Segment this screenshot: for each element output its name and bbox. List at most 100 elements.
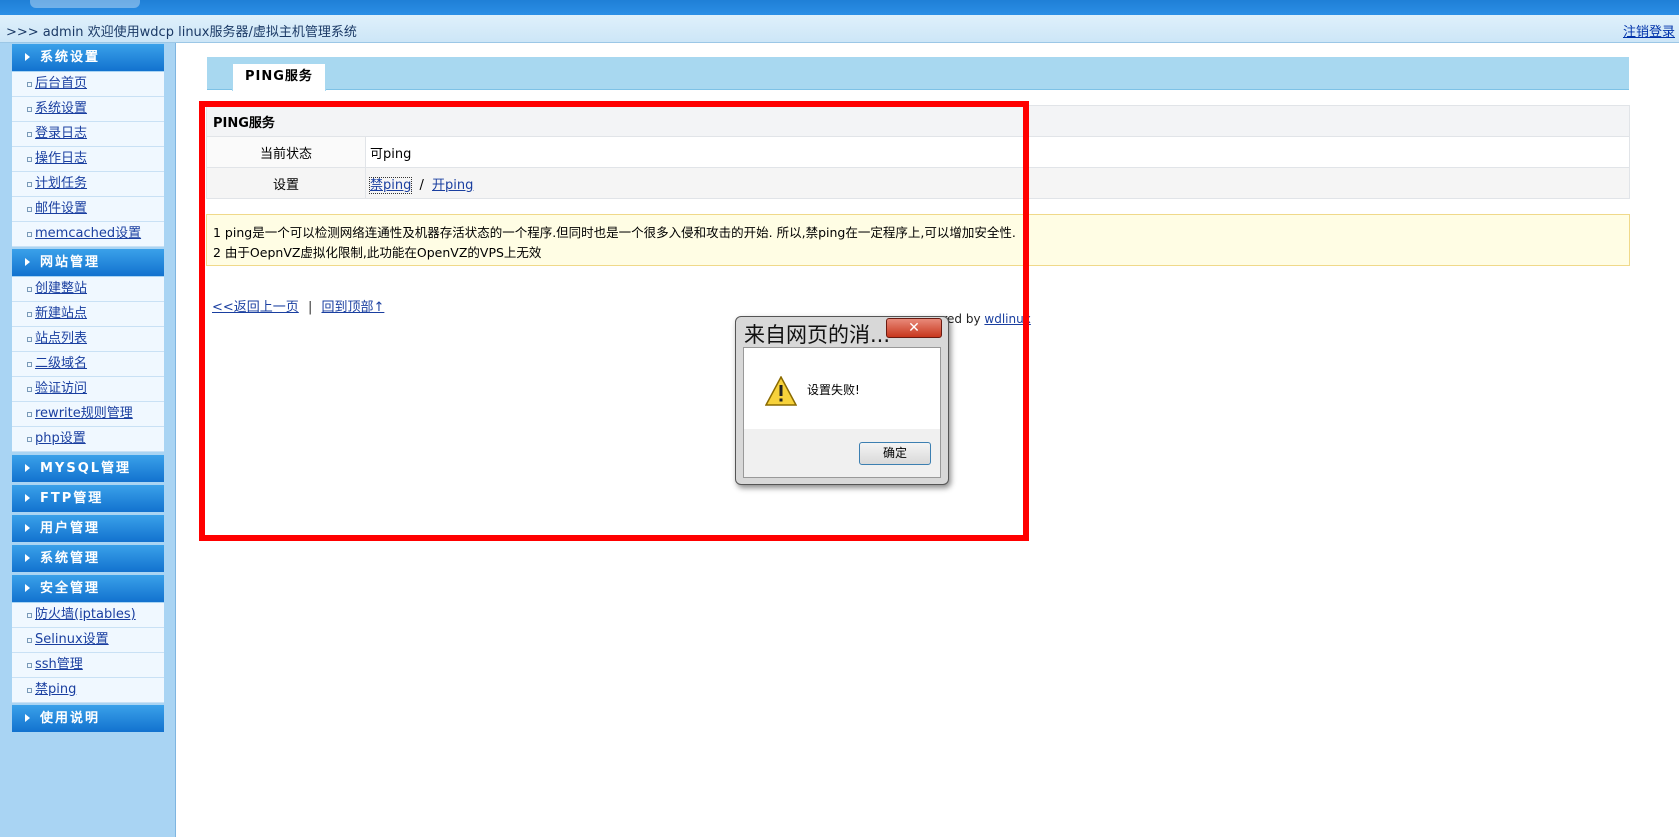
sidebar-item-auth-access[interactable]: 验证访问 [12, 377, 164, 402]
sidebar-item-label: 登录日志 [35, 126, 88, 141]
triangle-right-icon [25, 584, 30, 592]
sidebar-item-label: 系统设置 [35, 101, 88, 116]
sidebar-item-disable-ping[interactable]: 禁ping [12, 678, 164, 703]
powered-by: ered by wdlinux [935, 312, 1031, 326]
sidebar-group-website-management[interactable]: 网站管理 [12, 249, 164, 276]
square-bullet-icon [27, 362, 32, 367]
sidebar-group-mysql-management[interactable]: MYSQL管理 [12, 455, 164, 482]
sidebar-group-label: 系统管理 [40, 551, 101, 566]
footer-separator: | [307, 300, 313, 315]
dialog-title: 来自网页的消... [744, 323, 891, 347]
sidebar-item-login-log[interactable]: 登录日志 [12, 122, 164, 147]
square-bullet-icon [27, 132, 32, 137]
sidebar-item-label: 新建站点 [35, 306, 88, 321]
sidebar-item-memcached-settings[interactable]: memcached设置 [12, 222, 164, 247]
sidebar-item-create-full-site[interactable]: 创建整站 [12, 277, 164, 302]
triangle-right-icon [25, 524, 30, 532]
sidebar-item-scheduled-tasks[interactable]: 计划任务 [12, 172, 164, 197]
sidebar-item-subdomain[interactable]: 二级域名 [12, 352, 164, 377]
sidebar-group-label: FTP管理 [40, 491, 104, 506]
header-bar: >>> admin 欢迎使用wdcp linux服务器/虚拟主机管理系统 注销登… [0, 15, 1679, 43]
square-bullet-icon [27, 232, 32, 237]
sidebar-item-firewall[interactable]: 防火墙(iptables) [12, 603, 164, 628]
triangle-right-icon [25, 53, 30, 61]
square-bullet-icon [27, 437, 32, 442]
sidebar-item-label: 禁ping [35, 682, 77, 697]
triangle-right-icon [25, 494, 30, 502]
sidebar-item-operation-log[interactable]: 操作日志 [12, 147, 164, 172]
sidebar-group-usage-guide[interactable]: 使用说明 [12, 705, 164, 732]
logout-link[interactable]: 注销登录 [1623, 21, 1675, 40]
sidebar-group-label: 系统设置 [40, 50, 101, 65]
alert-dialog: 来自网页的消... ✕ 设置失败! 确定 [735, 316, 949, 485]
table-title: PING服务 [206, 105, 1630, 137]
notice-box: 1 ping是一个可以检测网络连通性及机器存活状态的一个程序.但同时也是一个很多… [206, 214, 1630, 266]
sidebar-item-system-settings[interactable]: 系统设置 [12, 97, 164, 122]
triangle-right-icon [25, 464, 30, 472]
close-button[interactable]: ✕ [886, 318, 942, 338]
tab-ping-service[interactable]: PING服务 [232, 63, 326, 91]
square-bullet-icon [27, 287, 32, 292]
back-to-top-link[interactable]: 回到顶部↑ [321, 300, 384, 315]
sidebar-item-label: Selinux设置 [35, 632, 109, 647]
square-bullet-icon [27, 312, 32, 317]
sidebar-item-label: php设置 [35, 431, 86, 446]
top-banner [0, 0, 1679, 15]
sidebar-item-label: memcached设置 [35, 226, 142, 241]
square-bullet-icon [27, 182, 32, 187]
table-title-row: PING服务 [206, 105, 1630, 137]
sidebar-item-ssh-management[interactable]: ssh管理 [12, 653, 164, 678]
powered-link[interactable]: wdlinux [984, 312, 1030, 326]
square-bullet-icon [27, 82, 32, 87]
square-bullet-icon [27, 638, 32, 643]
sidebar-group-system-settings[interactable]: 系统设置 [12, 44, 164, 71]
triangle-right-icon [25, 714, 30, 722]
sidebar-group-label: 网站管理 [40, 255, 101, 270]
sidebar-item-mail-settings[interactable]: 邮件设置 [12, 197, 164, 222]
dialog-button-area: 确定 [744, 429, 940, 477]
close-icon: ✕ [908, 320, 920, 336]
sidebar: 系统设置 后台首页 系统设置 登录日志 操作日志 计划任务 邮件设置 memca… [0, 43, 176, 837]
sidebar-item-dashboard[interactable]: 后台首页 [12, 72, 164, 97]
square-bullet-icon [27, 663, 32, 668]
link-divider: / [419, 177, 424, 193]
ping-settings-table: PING服务 当前状态 可ping 设置 禁ping / 开ping [206, 105, 1630, 199]
square-bullet-icon [27, 107, 32, 112]
triangle-right-icon [25, 258, 30, 266]
sidebar-item-rewrite-rules[interactable]: rewrite规则管理 [12, 402, 164, 427]
sidebar-item-label: 验证访问 [35, 381, 88, 396]
back-link[interactable]: <<返回上一页 [212, 300, 299, 315]
status-label: 当前状态 [206, 136, 366, 168]
sidebar-item-new-site[interactable]: 新建站点 [12, 302, 164, 327]
sidebar-item-selinux-settings[interactable]: Selinux设置 [12, 628, 164, 653]
disable-ping-link[interactable]: 禁ping [368, 176, 413, 194]
square-bullet-icon [27, 412, 32, 417]
sidebar-group-system-management[interactable]: 系统管理 [12, 545, 164, 572]
square-bullet-icon [27, 387, 32, 392]
sidebar-item-site-list[interactable]: 站点列表 [12, 327, 164, 352]
sidebar-group-label: MYSQL管理 [40, 461, 132, 476]
sidebar-item-label: 邮件设置 [35, 201, 88, 216]
square-bullet-icon [27, 613, 32, 618]
sidebar-item-label: 后台首页 [35, 76, 88, 91]
ok-button[interactable]: 确定 [859, 442, 931, 465]
sidebar-group-label: 安全管理 [40, 581, 101, 596]
sidebar-item-label: 操作日志 [35, 151, 88, 166]
notice-line-1: 1 ping是一个可以检测网络连通性及机器存活状态的一个程序.但同时也是一个很多… [213, 225, 1016, 240]
triangle-right-icon [25, 554, 30, 562]
warning-icon [765, 376, 797, 406]
sidebar-group-label: 使用说明 [40, 711, 101, 726]
table-row: 设置 禁ping / 开ping [206, 167, 1630, 199]
tab-bar: PING服务 [207, 57, 1629, 91]
sidebar-group-security-management[interactable]: 安全管理 [12, 575, 164, 602]
sidebar-group-ftp-management[interactable]: FTP管理 [12, 485, 164, 512]
sidebar-item-label: rewrite规则管理 [35, 406, 133, 421]
sidebar-item-php-settings[interactable]: php设置 [12, 427, 164, 452]
sidebar-item-label: 创建整站 [35, 281, 88, 296]
table-row: 当前状态 可ping [206, 136, 1630, 168]
sidebar-group-label: 用户管理 [40, 521, 101, 536]
setting-label: 设置 [206, 167, 366, 199]
enable-ping-link[interactable]: 开ping [432, 178, 473, 193]
sidebar-item-label: 计划任务 [35, 176, 88, 191]
sidebar-group-user-management[interactable]: 用户管理 [12, 515, 164, 542]
